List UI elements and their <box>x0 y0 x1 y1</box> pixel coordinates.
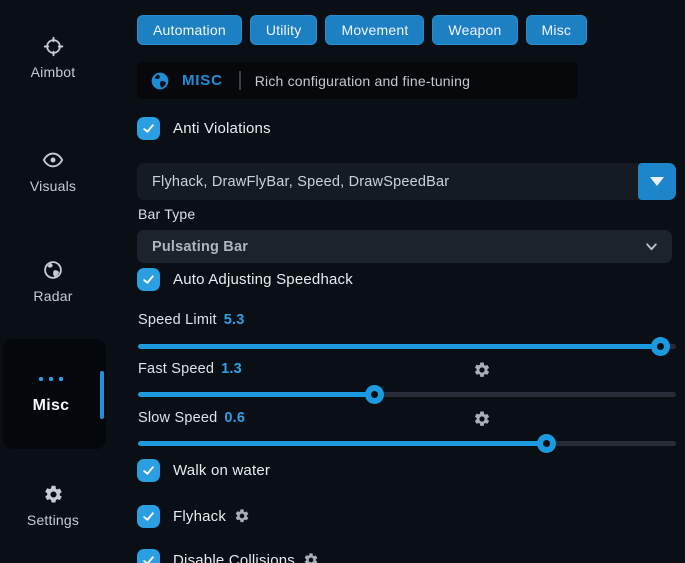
slider-handle[interactable] <box>537 434 556 453</box>
slider-label: Speed Limit <box>138 312 217 328</box>
separator <box>239 71 241 90</box>
gear-icon <box>303 552 319 563</box>
checkbox-label: Auto Adjusting Speedhack <box>173 271 353 288</box>
sidebar-item-label: Radar <box>0 288 106 304</box>
gear-icon <box>473 410 491 428</box>
checkbox-checked[interactable] <box>137 505 160 528</box>
triangle-down-icon <box>650 177 664 186</box>
flyhack-checkbox-row[interactable]: Flyhack <box>137 504 250 528</box>
flyhack-gear-button[interactable] <box>234 508 250 524</box>
ellipsis-icon <box>3 377 99 381</box>
slider-fill <box>138 344 661 349</box>
multiselect-expand-button[interactable] <box>638 163 676 200</box>
check-icon <box>142 464 155 477</box>
fast-speed-gear-button[interactable] <box>473 361 491 379</box>
anti-violations-checkbox-row[interactable]: Anti Violations <box>137 116 271 140</box>
checkbox-checked[interactable] <box>137 117 160 140</box>
globe-icon <box>42 259 64 281</box>
sidebar-item-label: Aimbot <box>0 64 106 80</box>
checkbox-label: Flyhack <box>173 508 226 525</box>
cheat-menu-window: Aimbot Visuals Radar Misc <box>0 0 685 563</box>
sidebar-item-settings[interactable]: Settings <box>0 484 106 528</box>
crosshair-icon <box>43 36 64 57</box>
tab-automation[interactable]: Automation <box>137 15 242 45</box>
bars-multiselect[interactable]: Flyhack, DrawFlyBar, Speed, DrawSpeedBar <box>137 163 676 200</box>
checkbox-checked[interactable] <box>137 268 160 291</box>
section-title: MISC <box>182 72 223 89</box>
slider-fill <box>138 441 547 446</box>
slow-speed-label: Slow Speed 0.6 <box>138 410 245 426</box>
slow-speed-gear-button[interactable] <box>473 410 491 428</box>
eye-icon <box>42 149 64 171</box>
speed-limit-label: Speed Limit 5.3 <box>138 312 245 328</box>
slider-value: 0.6 <box>224 410 245 426</box>
bar-type-dropdown[interactable]: Pulsating Bar <box>137 230 672 263</box>
sidebar-item-misc-selected[interactable]: Misc <box>3 339 106 449</box>
slow-speed-slider[interactable] <box>138 441 676 446</box>
tab-utility[interactable]: Utility <box>250 15 318 45</box>
check-icon <box>142 554 155 563</box>
sidebar-item-label: Visuals <box>0 178 106 194</box>
check-icon <box>142 273 155 286</box>
check-icon <box>142 122 155 135</box>
auto-adjusting-speedhack-checkbox-row[interactable]: Auto Adjusting Speedhack <box>137 267 353 291</box>
fast-speed-label: Fast Speed 1.3 <box>138 361 242 377</box>
tab-movement[interactable]: Movement <box>325 15 424 45</box>
slider-value: 1.3 <box>221 361 242 377</box>
fast-speed-slider[interactable] <box>138 392 676 397</box>
tab-misc[interactable]: Misc <box>526 15 588 45</box>
checkbox-checked[interactable] <box>137 459 160 482</box>
disable-collisions-gear-button[interactable] <box>303 552 319 563</box>
check-icon <box>142 510 155 523</box>
sidebar-item-radar[interactable]: Radar <box>0 259 106 304</box>
multiselect-value: Flyhack, DrawFlyBar, Speed, DrawSpeedBar <box>152 163 449 200</box>
content-panel: Automation Utility Movement Weapon Misc … <box>137 0 685 563</box>
slider-handle[interactable] <box>365 385 384 404</box>
slider-label: Slow Speed <box>138 410 217 426</box>
speed-limit-slider[interactable] <box>138 344 676 349</box>
category-tabs: Automation Utility Movement Weapon Misc <box>137 15 587 45</box>
active-indicator-bar <box>100 371 104 419</box>
gear-icon <box>234 508 250 524</box>
sidebar-item-visuals[interactable]: Visuals <box>0 149 106 194</box>
section-subtitle: Rich configuration and fine-tuning <box>255 73 470 89</box>
dropdown-value: Pulsating Bar <box>152 230 248 263</box>
slider-handle[interactable] <box>651 337 670 356</box>
slider-fill <box>138 392 375 397</box>
gear-icon <box>43 484 64 505</box>
slider-value: 5.3 <box>224 312 245 328</box>
checkbox-checked[interactable] <box>137 549 160 563</box>
sidebar-item-aimbot[interactable]: Aimbot <box>0 36 106 80</box>
sidebar-item-label: Misc <box>3 397 99 415</box>
tab-weapon[interactable]: Weapon <box>432 15 517 45</box>
globe-icon <box>150 71 170 91</box>
checkbox-label: Anti Violations <box>173 120 271 137</box>
slider-label: Fast Speed <box>138 361 214 377</box>
gear-icon <box>473 361 491 379</box>
disable-collisions-checkbox-row[interactable]: Disable Collisions <box>137 548 319 563</box>
walk-on-water-checkbox-row[interactable]: Walk on water <box>137 458 270 482</box>
chevron-down-icon <box>644 239 659 254</box>
checkbox-label: Disable Collisions <box>173 552 295 563</box>
section-header: MISC Rich configuration and fine-tuning <box>137 62 578 99</box>
sidebar-item-label: Settings <box>0 512 106 528</box>
bar-type-label: Bar Type <box>138 206 195 222</box>
checkbox-label: Walk on water <box>173 462 270 479</box>
